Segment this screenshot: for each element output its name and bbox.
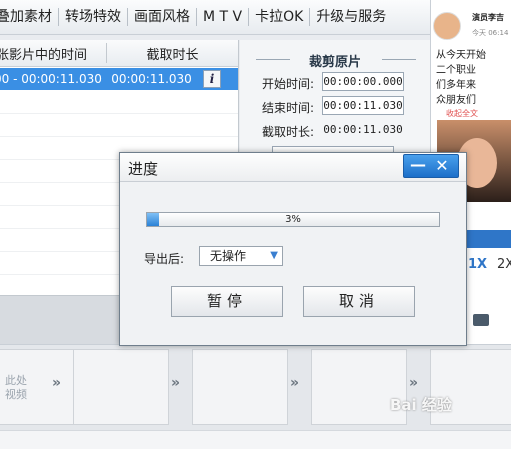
film-slot[interactable] (192, 349, 288, 425)
chevron-right-icon: » (171, 375, 181, 391)
progress-text: 3% (285, 214, 301, 225)
after-export-label: 导出后: (144, 252, 185, 266)
column-header-time[interactable]: 张影片中的时间 (0, 44, 106, 63)
dialog-title: 进度 (128, 160, 159, 178)
weibo-text-line: 们多年来 (436, 80, 476, 91)
menu-mtv[interactable]: M T V (197, 0, 248, 34)
after-export-value: 无操作 (210, 249, 247, 263)
weibo-text-line: 从今天开始 (436, 50, 486, 61)
avatar[interactable] (433, 12, 461, 40)
player-progress-strip[interactable] (464, 230, 511, 248)
menu-upgrade-service[interactable]: 升级与服务 (310, 0, 392, 34)
table-row[interactable] (0, 91, 238, 114)
start-time-field[interactable]: 00:00:00.000 (322, 72, 404, 91)
film-slot[interactable] (73, 349, 169, 425)
folder-icon[interactable] (473, 314, 489, 326)
progress-dialog: 进度 — ✕ 3% 导出后: 无操作 ▼ 暂停 取消 (119, 152, 467, 346)
table-row-selected[interactable]: 00 - 00:00:11.030 00:00:11.030 i (0, 68, 238, 90)
chevron-down-icon: ▼ (270, 250, 278, 261)
table-row[interactable] (0, 114, 238, 137)
end-time-field[interactable]: 00:00:11.030 (322, 96, 404, 115)
menu-karaoke[interactable]: 卡拉OK (249, 0, 309, 34)
collapse-link[interactable]: 收起全文 (446, 108, 478, 119)
weibo-time: 今天 06:14 (472, 29, 509, 37)
speed-2x[interactable]: 2X (497, 257, 511, 272)
title-rule (382, 59, 416, 60)
weibo-username[interactable]: 演员李吉 (472, 12, 504, 23)
after-export-select[interactable]: 无操作 ▼ (199, 246, 283, 266)
duration-value: 00:00:11.030 (323, 123, 403, 136)
duration-label: 截取时长: (262, 125, 315, 139)
menu-transitions[interactable]: 转场特效 (59, 0, 127, 34)
row-time-range: 00 - 00:00:11.030 (0, 72, 102, 86)
menu-picture-style[interactable]: 画面风格 (128, 0, 196, 34)
watermark-logo: Bai 经验 (390, 396, 452, 414)
filmstrip: 此处 视频 » » » » (0, 344, 511, 430)
close-icon[interactable]: ✕ (432, 156, 452, 176)
minimize-icon[interactable]: — (408, 156, 428, 176)
crop-title: 裁剪原片 (308, 55, 361, 70)
menu-overlay-materials[interactable]: 叠加素材 (0, 0, 58, 34)
cancel-button[interactable]: 取消 (303, 286, 415, 317)
film-slot[interactable]: 此处 视频 (0, 349, 74, 425)
crop-title-area: 裁剪原片 (250, 52, 420, 70)
info-icon[interactable]: i (203, 70, 221, 88)
pause-button[interactable]: 暂停 (171, 286, 283, 317)
weibo-text-line: 二个职业 (436, 65, 476, 76)
chevron-right-icon: » (52, 375, 62, 391)
bottom-bar (0, 430, 511, 449)
weibo-text-line: 众朋友们 (436, 95, 476, 106)
top-menu: 叠加素材 转场特效 画面风格 M T V 卡拉OK 升级与服务 (0, 0, 430, 35)
speed-1x[interactable]: 1X (468, 257, 487, 272)
window-controls: — ✕ (403, 154, 459, 178)
start-time-label: 开始时间: (262, 77, 315, 91)
chevron-right-icon: » (290, 375, 300, 391)
row-duration: 00:00:11.030 (111, 72, 192, 86)
slot-placeholder-text: 此处 视频 (5, 374, 27, 401)
clip-list-header: 张影片中的时间 截取时长 (0, 40, 238, 67)
column-header-duration[interactable]: 截取时长 (107, 44, 238, 63)
progress-bar: 3% (146, 212, 440, 227)
dialog-titlebar[interactable]: 进度 — ✕ (120, 153, 466, 182)
chevron-right-icon: » (409, 375, 419, 391)
end-time-label: 结束时间: (262, 101, 315, 115)
